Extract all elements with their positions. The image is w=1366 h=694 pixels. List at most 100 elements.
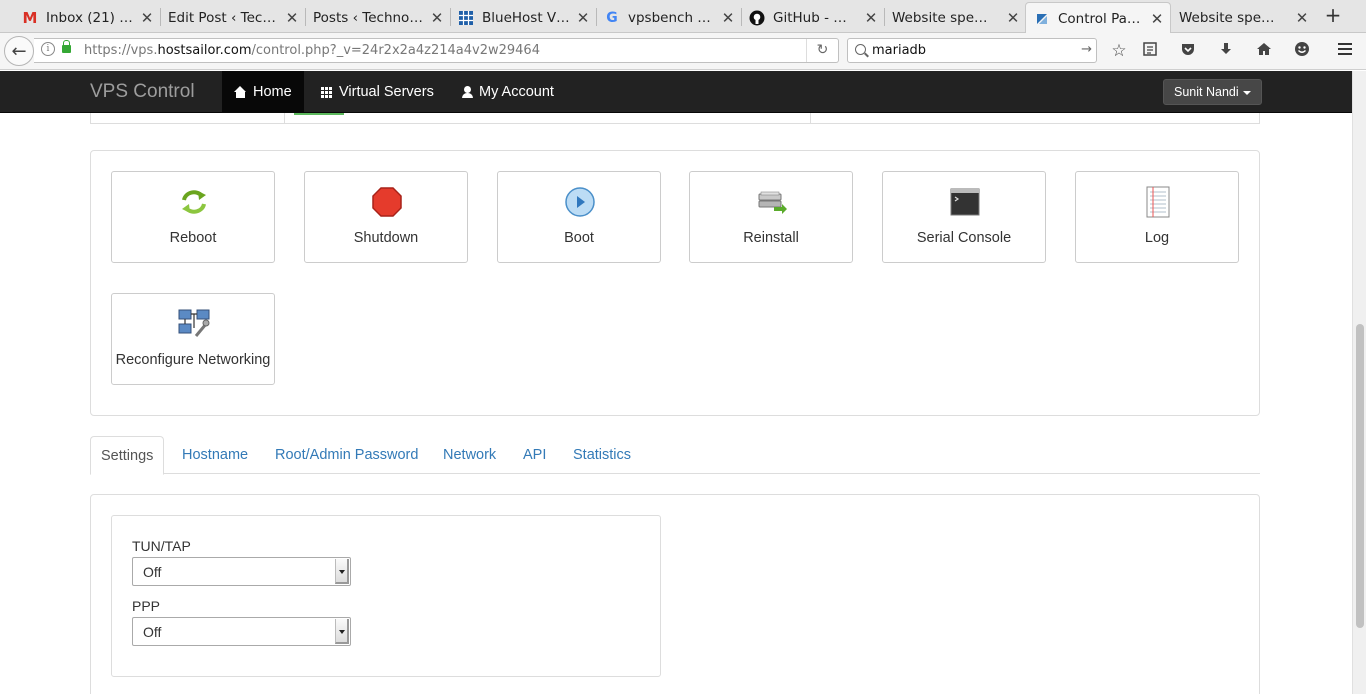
close-icon[interactable]: ✕ bbox=[721, 9, 735, 27]
tab-root-admin-password[interactable]: Root/Admin Password bbox=[265, 436, 428, 474]
close-icon[interactable]: ✕ bbox=[285, 9, 299, 27]
tuntap-value: Off bbox=[143, 564, 162, 580]
browser-tab-title: Edit Post ‹ Tec… bbox=[168, 10, 276, 26]
globe-icon bbox=[458, 10, 474, 26]
browser-tab-control-panel[interactable]: Control Panel ✕ bbox=[1025, 2, 1171, 34]
boot-button[interactable]: Boot bbox=[497, 171, 661, 263]
reboot-button[interactable]: Reboot bbox=[111, 171, 275, 263]
browser-tab-vpsbench[interactable]: G vpsbench -… ✕ bbox=[596, 3, 741, 33]
reinstall-icon bbox=[758, 191, 787, 214]
ppp-label: PPP bbox=[132, 598, 161, 614]
nav-item-label: Virtual Servers bbox=[339, 84, 434, 100]
tab-api[interactable]: API bbox=[513, 436, 556, 474]
action-label: Log bbox=[1144, 230, 1170, 246]
browser-tab-title: Inbox (21) … bbox=[46, 10, 133, 26]
browser-tab-title: GitHub - m… bbox=[773, 10, 858, 26]
status-bar bbox=[294, 113, 344, 115]
serial-console-button[interactable]: Serial Console bbox=[882, 171, 1046, 263]
nav-item-label: My Account bbox=[479, 84, 554, 100]
browser-tab-title: Website spe… bbox=[1179, 10, 1275, 26]
nav-item-my-account[interactable]: My Account bbox=[450, 71, 566, 113]
close-icon[interactable]: ✕ bbox=[430, 9, 444, 27]
close-icon[interactable]: ✕ bbox=[1150, 10, 1164, 28]
tab-hostname[interactable]: Hostname bbox=[172, 436, 258, 474]
ppp-select[interactable]: Off bbox=[132, 617, 351, 646]
url-text[interactable]: https://vps.hostsailor.com/control.php?_… bbox=[84, 43, 540, 58]
browser-tab-edit-post[interactable]: Edit Post ‹ Tec… ✕ bbox=[160, 3, 305, 33]
download-icon[interactable] bbox=[1215, 41, 1237, 63]
home-icon bbox=[234, 86, 247, 98]
back-button[interactable]: ← bbox=[4, 36, 34, 66]
shutdown-button[interactable]: Shutdown bbox=[304, 171, 468, 263]
browser-nav-bar: ← i https://vps.hostsailor.com/control.p… bbox=[0, 33, 1366, 70]
caret-down-icon bbox=[1242, 90, 1251, 95]
nav-item-virtual-servers[interactable]: Virtual Servers bbox=[309, 71, 446, 113]
nav-item-label: Home bbox=[253, 84, 292, 100]
reading-list-icon[interactable] bbox=[1139, 41, 1161, 63]
url-bar[interactable]: i https://vps.hostsailor.com/control.php… bbox=[34, 38, 839, 63]
reinstall-button[interactable]: Reinstall bbox=[689, 171, 853, 263]
brand[interactable]: VPS Control bbox=[90, 81, 195, 103]
boot-icon bbox=[565, 187, 595, 217]
close-icon[interactable]: ✕ bbox=[1295, 9, 1309, 27]
browser-tab-github[interactable]: GitHub - m… ✕ bbox=[741, 3, 884, 33]
home-icon[interactable] bbox=[1253, 41, 1275, 63]
action-label: Boot bbox=[564, 230, 594, 246]
smiley-icon[interactable] bbox=[1291, 41, 1313, 63]
networking-icon bbox=[178, 309, 210, 337]
reconfigure-networking-button[interactable]: Reconfigure Networking bbox=[111, 293, 275, 385]
page-scrollbar[interactable] bbox=[1352, 71, 1366, 694]
browser-tab-bluehost[interactable]: BlueHost V… ✕ bbox=[450, 3, 596, 33]
browser-tab-website-speed[interactable]: Website spe… ✕ bbox=[884, 3, 1026, 33]
browser-tab-strip: M Inbox (21) … ✕ Edit Post ‹ Tec… ✕ Post… bbox=[0, 0, 1366, 34]
action-label: Reconfigure Networking bbox=[115, 352, 271, 368]
search-icon bbox=[855, 44, 866, 55]
hamburger-menu-icon[interactable] bbox=[1334, 41, 1356, 63]
tab-settings[interactable]: Settings bbox=[90, 436, 165, 475]
bookmark-star-icon[interactable]: ☆ bbox=[1108, 41, 1130, 63]
log-button[interactable]: Log bbox=[1075, 171, 1239, 263]
browser-tab-title: vpsbench -… bbox=[628, 10, 715, 26]
action-label: Reinstall bbox=[743, 230, 799, 246]
page-viewport: VPS Control Home Virtual Servers My Acco… bbox=[0, 71, 1352, 694]
search-input[interactable]: mariadb → bbox=[847, 38, 1097, 63]
ppp-value: Off bbox=[143, 624, 162, 640]
close-icon[interactable]: ✕ bbox=[864, 9, 878, 27]
settings-form: TUN/TAP Off PPP Off bbox=[111, 515, 661, 677]
browser-tab-gmail[interactable]: M Inbox (21) … ✕ bbox=[14, 3, 160, 33]
scrollbar-thumb[interactable] bbox=[1356, 324, 1364, 628]
tab-network[interactable]: Network bbox=[433, 436, 506, 474]
google-icon: G bbox=[606, 10, 618, 26]
action-label: Shutdown bbox=[353, 230, 419, 246]
browser-tab-title: Posts ‹ Techno… bbox=[313, 10, 423, 26]
log-icon bbox=[1146, 186, 1170, 218]
browser-tab-title: Website spe… bbox=[892, 10, 988, 26]
lock-icon bbox=[62, 40, 71, 53]
tab-statistics[interactable]: Statistics bbox=[563, 436, 641, 474]
reboot-icon bbox=[182, 190, 206, 214]
close-icon[interactable]: ✕ bbox=[576, 9, 590, 27]
gmail-icon: M bbox=[22, 9, 38, 27]
tuntap-select[interactable]: Off bbox=[132, 557, 351, 586]
pocket-icon[interactable] bbox=[1177, 41, 1199, 63]
action-label: Reboot bbox=[169, 230, 217, 246]
dropdown-arrow-icon bbox=[335, 559, 349, 584]
info-icon[interactable]: i bbox=[41, 42, 55, 56]
user-name: Sunit Nandi bbox=[1174, 85, 1239, 99]
browser-tab-posts[interactable]: Posts ‹ Techno… ✕ bbox=[305, 3, 450, 33]
arrow-right-icon[interactable]: → bbox=[1081, 42, 1092, 57]
arrow-left-icon: ← bbox=[11, 40, 27, 62]
grid-icon bbox=[321, 86, 332, 98]
new-tab-button[interactable]: + bbox=[1322, 5, 1344, 27]
search-input-value: mariadb bbox=[872, 43, 927, 58]
settings-tabs: Settings Hostname Root/Admin Password Ne… bbox=[90, 436, 1260, 475]
browser-tab-website-speed-2[interactable]: Website spe… ✕ bbox=[1171, 3, 1315, 33]
github-icon bbox=[749, 10, 765, 26]
user-menu-button[interactable]: Sunit Nandi bbox=[1163, 79, 1262, 105]
close-icon[interactable]: ✕ bbox=[140, 9, 154, 27]
browser-tab-title: BlueHost V… bbox=[482, 10, 570, 26]
reload-icon[interactable]: ↻ bbox=[806, 39, 838, 62]
divider bbox=[810, 113, 811, 123]
close-icon[interactable]: ✕ bbox=[1006, 9, 1020, 27]
nav-item-home[interactable]: Home bbox=[222, 71, 304, 113]
